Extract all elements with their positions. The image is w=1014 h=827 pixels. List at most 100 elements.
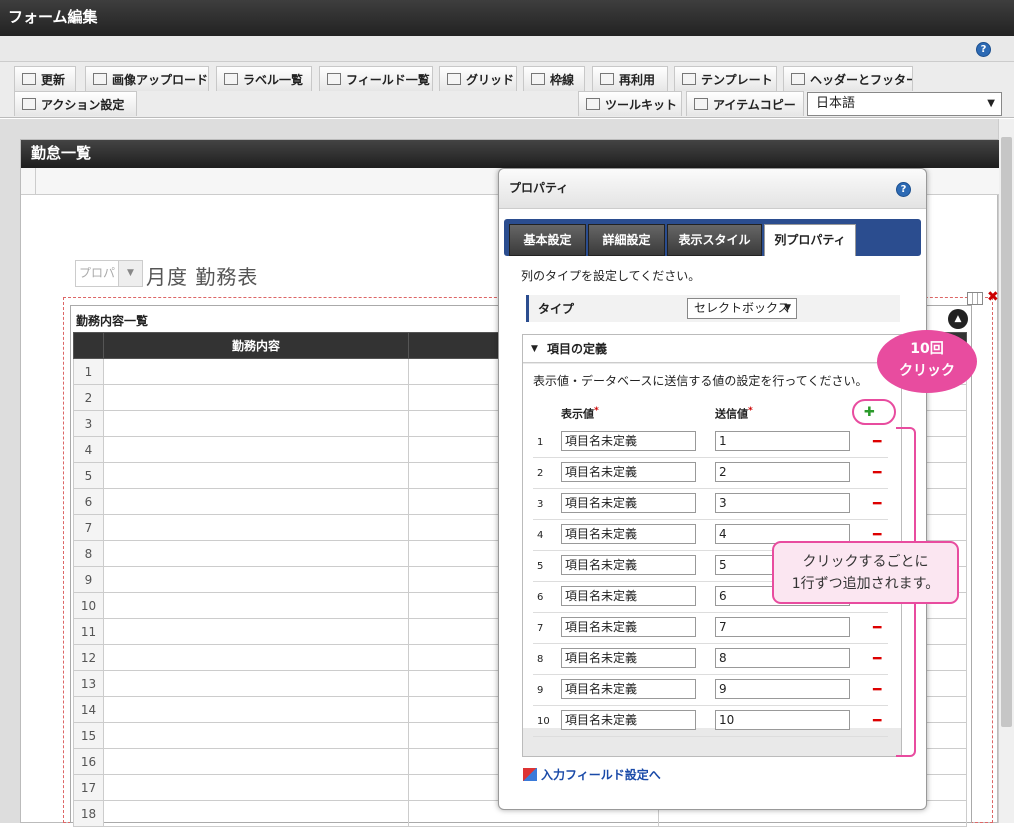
- table-cell[interactable]: [103, 722, 409, 749]
- toolkit-label: ツールキット: [605, 97, 678, 112]
- display-value-input[interactable]: 項目名未定義: [561, 524, 696, 544]
- table-cell[interactable]: [103, 748, 409, 775]
- remove-row-icon[interactable]: ━: [873, 713, 881, 729]
- table-icon[interactable]: [967, 292, 983, 305]
- tab-detail-settings[interactable]: 詳細設定: [588, 224, 665, 256]
- scrollbar-thumb[interactable]: [1001, 137, 1012, 727]
- help-icon[interactable]: ?: [976, 42, 991, 57]
- update-button[interactable]: 更新: [14, 66, 76, 91]
- section-header[interactable]: ▼ 項目の定義: [523, 335, 901, 363]
- display-value-header-label: 表示値: [561, 407, 594, 421]
- table-cell[interactable]: [103, 436, 409, 463]
- table-cell[interactable]: [103, 696, 409, 723]
- bubble-line-1: クリックするごとに: [802, 554, 929, 570]
- row-number: 10: [73, 592, 104, 619]
- table-cell[interactable]: [103, 618, 409, 645]
- item-row: 1 項目名未定義 1 ━: [533, 427, 888, 458]
- send-value-header-label: 送信値: [715, 407, 748, 421]
- vertical-scrollbar[interactable]: [998, 119, 1014, 823]
- scroll-up-icon[interactable]: ▲: [948, 309, 968, 329]
- send-value-input[interactable]: 1: [715, 431, 850, 451]
- row-number: 6: [73, 488, 104, 515]
- table-cell[interactable]: [103, 410, 409, 437]
- remove-row-icon[interactable]: ━: [873, 496, 881, 512]
- display-value-input[interactable]: 項目名未定義: [561, 431, 696, 451]
- chevron-down-icon: ▼: [987, 98, 995, 109]
- table-cell[interactable]: [103, 774, 409, 801]
- remove-row-icon[interactable]: ━: [873, 682, 881, 698]
- help-icon[interactable]: ?: [896, 182, 911, 197]
- type-select[interactable]: セレクトボックス ▼: [687, 298, 797, 319]
- tab-display-style[interactable]: 表示スタイル: [667, 224, 762, 256]
- section-description: 表示値・データベースに送信する値の設定を行ってください。: [533, 374, 868, 388]
- language-select[interactable]: 日本語 ▼: [807, 92, 1002, 116]
- table-cell[interactable]: [103, 358, 409, 385]
- row-number: 2: [73, 384, 104, 411]
- display-value-input[interactable]: 項目名未定義: [561, 679, 696, 699]
- close-icon[interactable]: ✖: [987, 289, 999, 305]
- display-value-input[interactable]: 項目名未定義: [561, 586, 696, 606]
- display-value-input[interactable]: 項目名未定義: [561, 462, 696, 482]
- send-value-input[interactable]: 9: [715, 679, 850, 699]
- header-footer-icon: [791, 73, 805, 85]
- border-button[interactable]: 枠線: [523, 66, 585, 91]
- display-value-input[interactable]: 項目名未定義: [561, 555, 696, 575]
- header-footer-button[interactable]: ヘッダーとフッター: [783, 66, 913, 91]
- display-value-input[interactable]: 項目名未定義: [561, 617, 696, 637]
- help-bar: ?: [0, 36, 1014, 62]
- table-cell[interactable]: [103, 540, 409, 567]
- chevron-down-icon[interactable]: ▼: [118, 261, 142, 286]
- display-value-header: 表示値*: [561, 405, 599, 422]
- column-header[interactable]: 勤務内容: [103, 332, 409, 359]
- row-number: 12: [73, 644, 104, 671]
- table-cell[interactable]: [103, 488, 409, 515]
- row-number-header: [73, 332, 104, 359]
- click-callout: 10回 クリック: [877, 330, 977, 393]
- grid-button[interactable]: グリッド: [439, 66, 517, 91]
- table-cell[interactable]: [103, 514, 409, 541]
- template-icon: [682, 73, 696, 85]
- action-settings-label: アクション設定: [41, 97, 125, 112]
- item-number: 3: [537, 499, 544, 510]
- template-button[interactable]: テンプレート: [674, 66, 777, 91]
- table-cell[interactable]: [103, 566, 409, 593]
- send-value-input[interactable]: 7: [715, 617, 850, 637]
- field-icon: [327, 73, 341, 85]
- display-value-input[interactable]: 項目名未定義: [561, 493, 696, 513]
- field-list-button[interactable]: フィールド一覧: [319, 66, 433, 91]
- send-value-input[interactable]: 2: [715, 462, 850, 482]
- remove-row-icon[interactable]: ━: [873, 620, 881, 636]
- image-upload-button[interactable]: 画像アップロード: [85, 66, 209, 91]
- action-settings-button[interactable]: アクション設定: [14, 91, 137, 116]
- row-number: 15: [73, 722, 104, 749]
- table-cell[interactable]: [103, 462, 409, 489]
- send-value-input[interactable]: 3: [715, 493, 850, 513]
- display-value-input[interactable]: 項目名未定義: [561, 648, 696, 668]
- toolkit-button[interactable]: ツールキット: [578, 91, 682, 116]
- year-select[interactable]: プロパ ▼: [75, 260, 143, 287]
- table-cell[interactable]: [103, 592, 409, 619]
- table-cell[interactable]: [103, 670, 409, 697]
- table-cell[interactable]: [103, 644, 409, 671]
- send-value-input[interactable]: 8: [715, 648, 850, 668]
- collapse-triangle-icon[interactable]: ▼: [531, 335, 538, 363]
- item-copy-button[interactable]: アイテムコピー: [686, 91, 804, 116]
- remove-row-icon[interactable]: ━: [873, 651, 881, 667]
- remove-row-icon[interactable]: ━: [873, 434, 881, 450]
- remove-row-icon[interactable]: ━: [873, 465, 881, 481]
- border-label: 枠線: [550, 72, 575, 87]
- label-list-button[interactable]: ラベル一覧: [216, 66, 312, 91]
- input-field-settings-link[interactable]: 入力フィールド設定へ: [523, 766, 661, 783]
- callout-line-2: クリック: [899, 363, 955, 379]
- display-value-input[interactable]: 項目名未定義: [561, 710, 696, 730]
- tab-column-properties[interactable]: 列プロパティ: [764, 224, 856, 256]
- item-row: 7 項目名未定義 7 ━: [533, 613, 888, 644]
- table-cell[interactable]: [103, 384, 409, 411]
- reuse-button[interactable]: 再利用: [592, 66, 668, 91]
- divider: [35, 168, 36, 195]
- send-value-input[interactable]: 10: [715, 710, 850, 730]
- tab-basic-settings[interactable]: 基本設定: [509, 224, 586, 256]
- label-list-label: ラベル一覧: [243, 72, 304, 87]
- row-number: 7: [73, 514, 104, 541]
- item-number: 1: [537, 437, 544, 448]
